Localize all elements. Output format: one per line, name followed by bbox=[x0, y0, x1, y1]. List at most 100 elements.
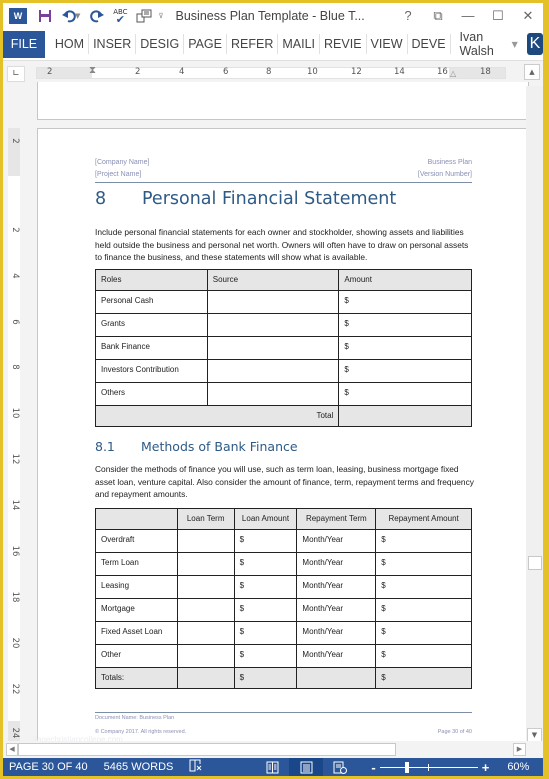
table-cell[interactable]: $ bbox=[375, 621, 472, 645]
table-cell[interactable]: $ bbox=[233, 529, 298, 553]
table-cell[interactable]: Other bbox=[95, 644, 178, 668]
word-count[interactable]: 5465 WORDS bbox=[104, 761, 174, 773]
document-area[interactable]: [Company Name] Business Plan [Project Na… bbox=[24, 82, 529, 768]
spelling-icon[interactable]: ABC ✔ bbox=[108, 4, 132, 28]
table-cell[interactable]: $ bbox=[375, 644, 472, 668]
redo-icon[interactable] bbox=[84, 4, 108, 28]
table-cell[interactable]: $ bbox=[338, 382, 472, 406]
table-cell[interactable]: $ bbox=[375, 575, 472, 599]
scroll-up-button[interactable]: ▲ bbox=[524, 64, 540, 80]
zoom-percentage[interactable]: 60% bbox=[507, 761, 529, 773]
table-cell[interactable]: $ bbox=[233, 552, 298, 576]
table-cell[interactable] bbox=[206, 313, 340, 337]
table-cell[interactable] bbox=[176, 598, 235, 622]
table-cell[interactable]: Month/Year bbox=[296, 644, 377, 668]
tab-references[interactable]: REFER bbox=[227, 34, 279, 54]
table-cell[interactable]: Totals: bbox=[95, 667, 178, 689]
indent-marker-icon[interactable]: ⧗ bbox=[89, 65, 96, 76]
read-mode-icon[interactable] bbox=[255, 758, 289, 776]
print-layout-icon[interactable] bbox=[289, 758, 324, 776]
tab-developer[interactable]: DEVE bbox=[408, 34, 451, 54]
table-cell[interactable] bbox=[206, 359, 340, 383]
table-cell[interactable]: Bank Finance bbox=[95, 336, 208, 360]
word-logo-icon[interactable]: W bbox=[9, 7, 27, 24]
table-cell[interactable]: Month/Year bbox=[296, 552, 377, 576]
tab-view[interactable]: VIEW bbox=[367, 34, 408, 54]
table-cell[interactable]: $ bbox=[233, 598, 298, 622]
user-avatar[interactable]: K bbox=[526, 33, 543, 55]
table-cell[interactable] bbox=[176, 529, 235, 553]
table-cell[interactable]: Term Loan bbox=[95, 552, 178, 576]
scroll-right-button[interactable]: ▶ bbox=[513, 743, 526, 756]
undo-dropdown-icon[interactable]: ▼ bbox=[75, 12, 80, 20]
table-cell[interactable]: Month/Year bbox=[296, 529, 377, 553]
table-cell[interactable]: Others bbox=[95, 382, 208, 406]
tab-file[interactable]: FILE bbox=[3, 30, 45, 58]
web-layout-icon[interactable] bbox=[323, 758, 357, 776]
table-cell[interactable]: $ bbox=[233, 667, 298, 689]
table-cell[interactable]: Overdraft bbox=[95, 529, 178, 553]
table-cell[interactable] bbox=[206, 382, 340, 406]
total-value[interactable] bbox=[338, 405, 472, 427]
tab-design[interactable]: DESIG bbox=[136, 34, 185, 54]
table-cell[interactable]: Personal Cash bbox=[95, 290, 208, 314]
zoom-in-button[interactable]: + bbox=[482, 760, 490, 775]
proofing-icon[interactable] bbox=[189, 759, 203, 775]
scroll-left-button[interactable]: ◀ bbox=[6, 743, 18, 756]
zoom-track[interactable] bbox=[379, 761, 478, 773]
minimize-icon[interactable]: — bbox=[453, 8, 483, 23]
tab-home[interactable]: HOM bbox=[51, 34, 90, 54]
ribbon-display-options-icon[interactable]: ⧉ bbox=[423, 8, 453, 24]
horizontal-scroll-thumb[interactable] bbox=[18, 743, 396, 756]
touch-mode-icon[interactable] bbox=[132, 4, 156, 28]
page-count[interactable]: PAGE 30 OF 40 bbox=[9, 761, 88, 773]
table-cell[interactable]: $ bbox=[338, 359, 472, 383]
document-page[interactable]: [Company Name] Business Plan [Project Na… bbox=[33, 128, 529, 768]
table-cell[interactable]: $ bbox=[375, 529, 472, 553]
vertical-scrollbar[interactable]: ▼ bbox=[526, 86, 543, 744]
tab-insert[interactable]: INSER bbox=[89, 34, 137, 54]
table-cell[interactable]: $ bbox=[375, 598, 472, 622]
save-icon[interactable] bbox=[33, 4, 57, 28]
scroll-down-button[interactable]: ▼ bbox=[527, 728, 542, 742]
customize-qat-icon[interactable]: ⊽ bbox=[158, 12, 163, 20]
table-cell[interactable]: Month/Year bbox=[296, 621, 377, 645]
maximize-icon[interactable]: ☐ bbox=[483, 8, 513, 24]
table-cell[interactable] bbox=[206, 336, 340, 360]
table-cell[interactable] bbox=[176, 667, 235, 689]
horizontal-scrollbar[interactable]: ◀ ▶ bbox=[3, 741, 543, 758]
table-cell[interactable] bbox=[176, 644, 235, 668]
table-cell[interactable]: Fixed Asset Loan bbox=[95, 621, 178, 645]
table-cell[interactable]: $ bbox=[233, 644, 298, 668]
vertical-ruler[interactable]: 2 2 4 6 8 10 12 14 16 18 20 22 24 bbox=[8, 128, 20, 743]
table-cell[interactable]: Month/Year bbox=[296, 575, 377, 599]
zoom-thumb[interactable] bbox=[404, 761, 409, 773]
table-cell[interactable] bbox=[206, 290, 340, 314]
right-indent-marker-icon[interactable]: △ bbox=[450, 69, 456, 78]
total-label[interactable]: Total bbox=[94, 405, 340, 427]
table-cell[interactable] bbox=[176, 552, 235, 576]
table-cell[interactable]: Investors Contribution bbox=[95, 359, 208, 383]
table-cell[interactable]: Grants bbox=[95, 313, 208, 337]
help-icon[interactable]: ? bbox=[393, 8, 423, 23]
table-cell[interactable]: $ bbox=[338, 336, 472, 360]
tab-stop-selector[interactable]: ∟ bbox=[7, 66, 25, 82]
table-cell[interactable]: $ bbox=[338, 313, 472, 337]
table-cell[interactable]: $ bbox=[338, 290, 472, 314]
zoom-slider[interactable]: - + bbox=[371, 760, 489, 775]
user-dropdown-icon[interactable]: ▼ bbox=[512, 40, 518, 49]
tab-mailings[interactable]: MAILI bbox=[278, 34, 321, 54]
table-cell[interactable]: $ bbox=[233, 621, 298, 645]
table-cell[interactable] bbox=[296, 667, 377, 689]
table-cell[interactable] bbox=[176, 621, 235, 645]
close-icon[interactable]: ✕ bbox=[513, 8, 543, 24]
tab-page-layout[interactable]: PAGE bbox=[184, 34, 227, 54]
zoom-out-button[interactable]: - bbox=[371, 760, 375, 775]
table-cell[interactable]: Leasing bbox=[95, 575, 178, 599]
table-cell[interactable]: Mortgage bbox=[95, 598, 178, 622]
table-cell[interactable]: $ bbox=[233, 575, 298, 599]
table-cell[interactable]: Month/Year bbox=[296, 598, 377, 622]
table-cell[interactable]: $ bbox=[375, 667, 472, 689]
table-cell[interactable] bbox=[176, 575, 235, 599]
vertical-scroll-thumb[interactable] bbox=[528, 556, 542, 570]
